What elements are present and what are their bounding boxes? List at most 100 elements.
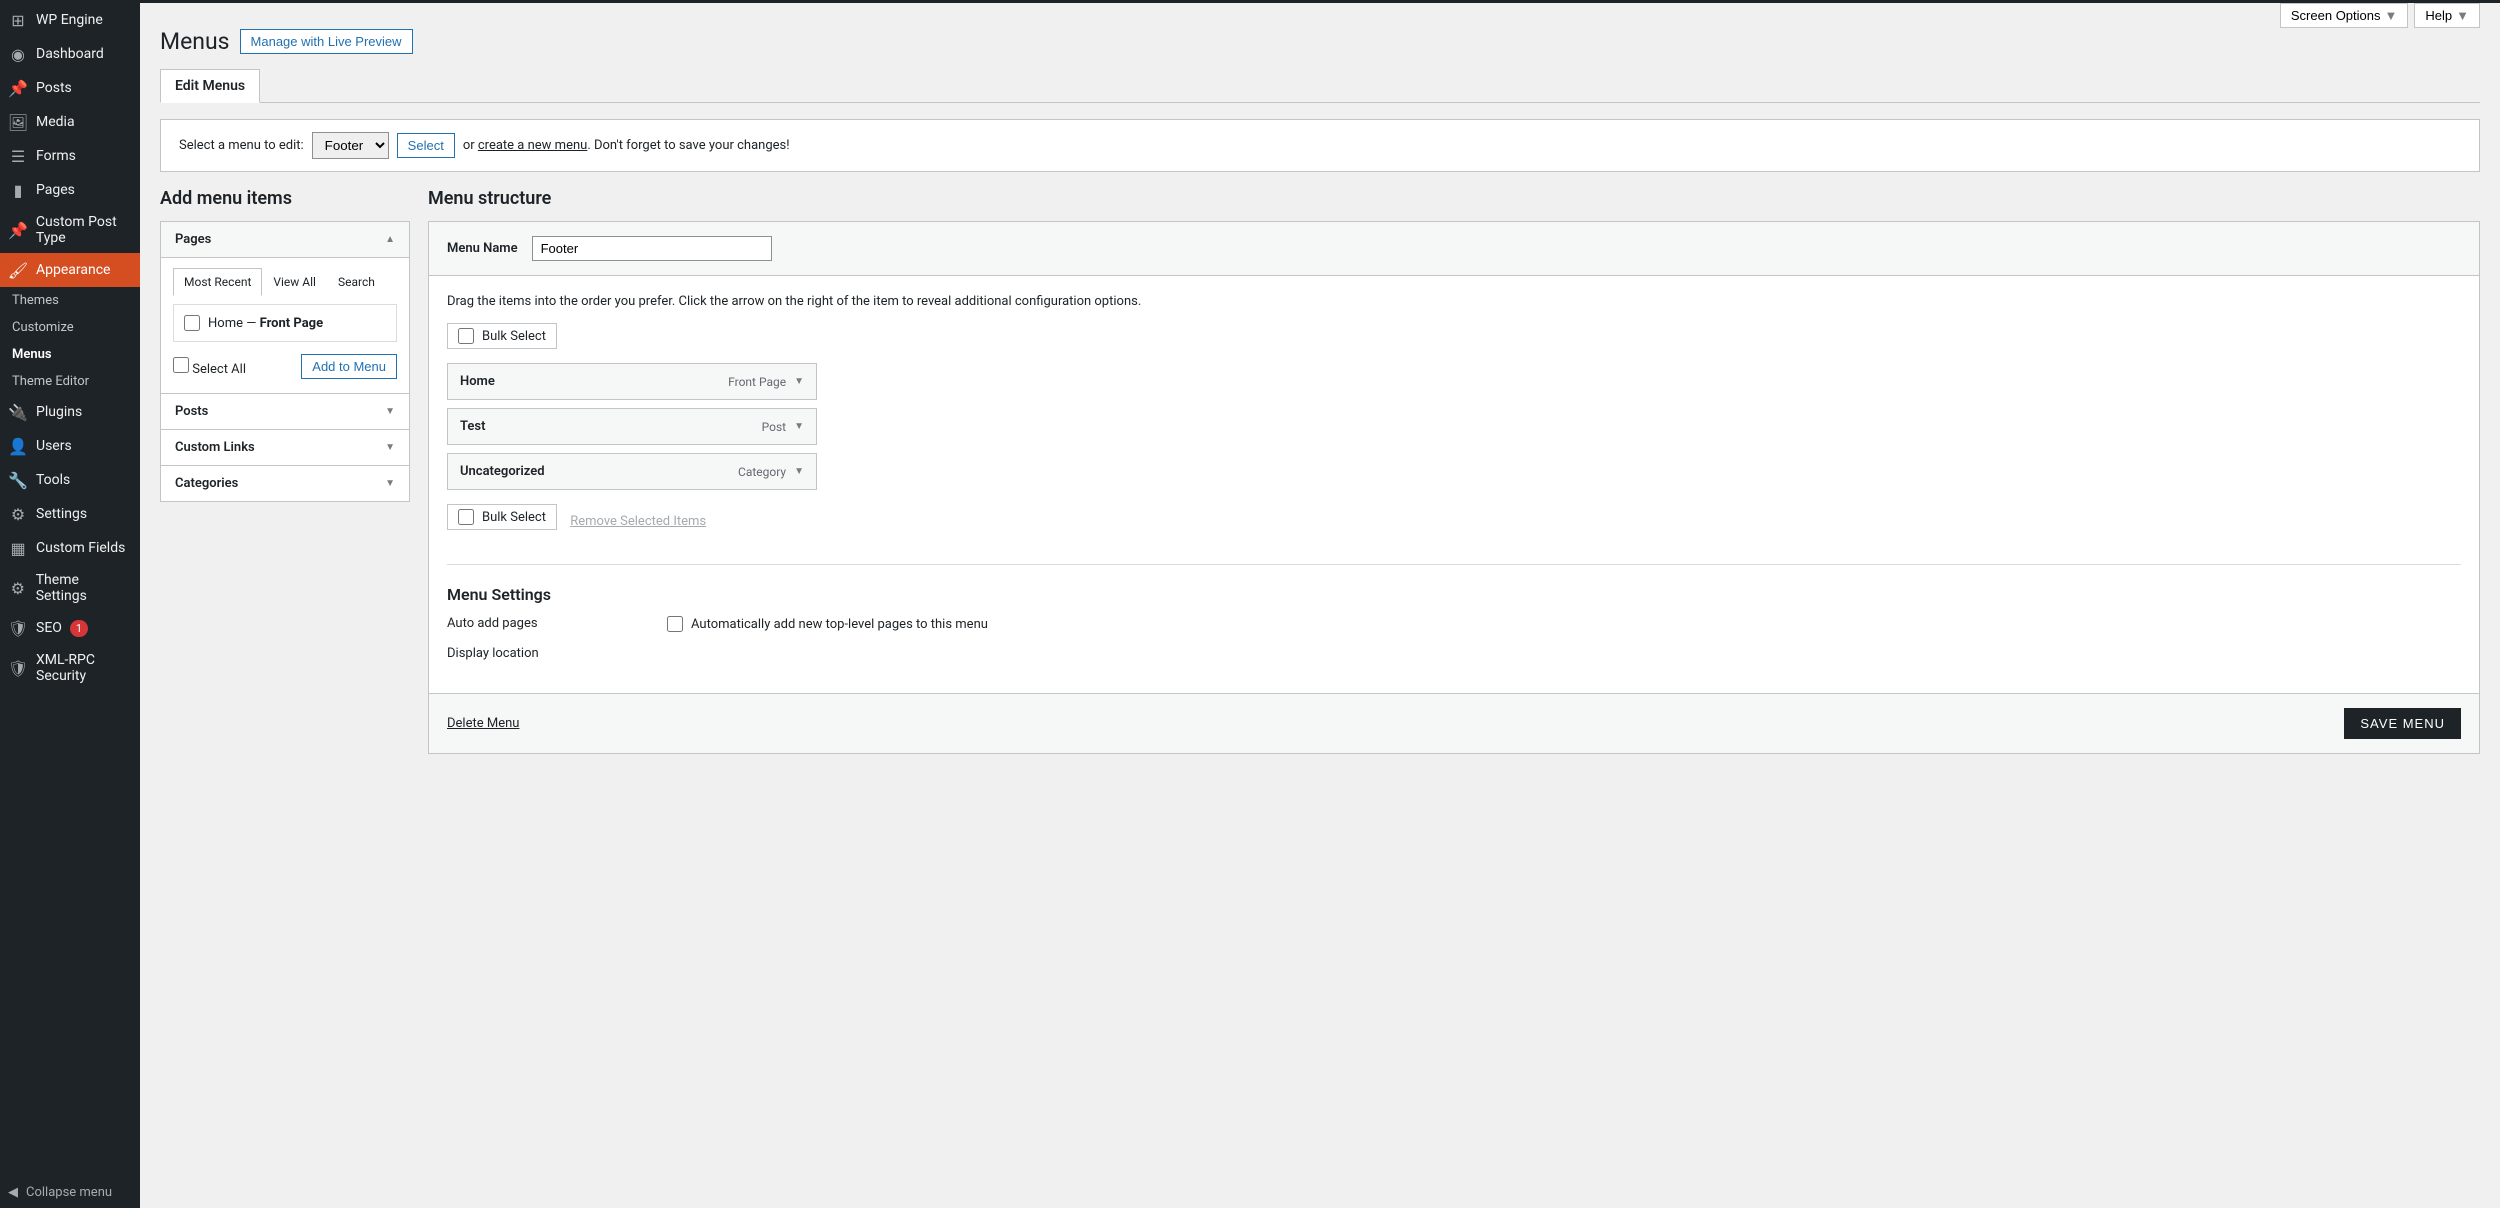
caret-down-icon: ▼ <box>794 466 804 477</box>
select-all-checkbox[interactable] <box>173 357 189 373</box>
select-all-label[interactable]: Select All <box>173 357 246 377</box>
menu-name-label: Menu Name <box>447 241 518 256</box>
sidebar-item-plugins[interactable]: 🔌 Plugins <box>0 395 140 429</box>
bulk-select-bottom[interactable]: Bulk Select <box>447 504 557 530</box>
structure-title: Menu structure <box>428 188 2480 209</box>
form-icon: ☰ <box>8 146 28 166</box>
screen-options-button[interactable]: Screen Options▼ <box>2280 3 2408 28</box>
home-checkbox[interactable] <box>184 315 200 331</box>
sidebar-item-theme-settings[interactable]: ⚙ Theme Settings <box>0 565 140 611</box>
tabs: Edit Menus <box>160 69 2480 103</box>
sidebar-label: XML-RPC Security <box>36 652 132 684</box>
sidebar-label: Plugins <box>36 404 82 420</box>
accordion-pages-header[interactable]: Pages ▲ <box>161 222 409 258</box>
collapse-icon: ◀ <box>8 1185 18 1200</box>
structure-hint: Drag the items into the order you prefer… <box>447 294 2461 309</box>
admin-sidebar: ⊞ WP Engine ◉ Dashboard 📌 Posts 🖼 Media … <box>0 0 140 1208</box>
caret-down-icon: ▼ <box>2385 8 2398 23</box>
sidebar-item-media[interactable]: 🖼 Media <box>0 105 140 139</box>
tab-most-recent[interactable]: Most Recent <box>173 268 262 296</box>
bulk-select-checkbox[interactable] <box>458 509 474 525</box>
sidebar-item-dashboard[interactable]: ◉ Dashboard <box>0 37 140 71</box>
menu-settings-title: Menu Settings <box>447 585 2461 604</box>
accordion-custom-links-header[interactable]: Custom Links ▼ <box>161 430 409 466</box>
sidebar-item-settings[interactable]: ⚙ Settings <box>0 497 140 531</box>
sidebar-item-wpengine[interactable]: ⊞ WP Engine <box>0 3 140 37</box>
sidebar-item-custom-fields[interactable]: ▦ Custom Fields <box>0 531 140 565</box>
pin-icon: 📌 <box>8 220 28 240</box>
remove-selected-link[interactable]: Remove Selected Items <box>570 514 706 529</box>
caret-up-icon: ▲ <box>385 234 395 245</box>
sidebar-item-tools[interactable]: 🔧 Tools <box>0 463 140 497</box>
sidebar-item-appearance[interactable]: 🖌 Appearance <box>0 253 140 287</box>
menu-select[interactable]: Footer <box>312 132 389 159</box>
page-checkbox-home[interactable]: Home — Front Page <box>184 315 386 331</box>
sidebar-item-forms[interactable]: ☰ Forms <box>0 139 140 173</box>
sidebar-item-xmlrpc[interactable]: 🛡 XML-RPC Security <box>0 645 140 691</box>
menu-name-input[interactable] <box>532 236 772 261</box>
sidebar-item-cpt[interactable]: 📌 Custom Post Type <box>0 207 140 253</box>
sidebar-item-users[interactable]: 👤 Users <box>0 429 140 463</box>
media-icon: 🖼 <box>8 112 28 132</box>
gauge-icon: ◉ <box>8 44 28 64</box>
sidebar-label: Media <box>36 114 75 130</box>
help-button[interactable]: Help▼ <box>2414 3 2480 28</box>
sidebar-sub-themes[interactable]: Themes <box>0 287 140 314</box>
accordion-categories-header[interactable]: Categories ▼ <box>161 466 409 501</box>
add-to-menu-button[interactable]: Add to Menu <box>301 354 397 379</box>
auto-add-checkbox-label[interactable]: Automatically add new top-level pages to… <box>667 616 988 632</box>
sidebar-label: Theme Settings <box>36 572 132 604</box>
tab-search[interactable]: Search <box>327 268 386 296</box>
sidebar-label: Users <box>36 438 72 454</box>
fields-icon: ▦ <box>8 538 28 558</box>
collapse-menu-button[interactable]: ◀ Collapse menu <box>0 1177 140 1208</box>
sidebar-label: Tools <box>36 472 70 488</box>
main-content: Screen Options▼ Help▼ Menus Manage with … <box>140 0 2500 1208</box>
menu-item[interactable]: Home Front Page▼ <box>447 363 817 400</box>
sidebar-sub-customize[interactable]: Customize <box>0 314 140 341</box>
shield-icon: 🛡 <box>8 618 28 638</box>
plug-icon: 🔌 <box>8 402 28 422</box>
accordion-posts-header[interactable]: Posts ▼ <box>161 394 409 430</box>
sidebar-label: SEO <box>36 620 62 636</box>
page-title: Menus <box>160 28 230 55</box>
caret-down-icon: ▼ <box>385 442 395 453</box>
user-icon: 👤 <box>8 436 28 456</box>
sidebar-label: Custom Post Type <box>36 214 132 246</box>
delete-menu-link[interactable]: Delete Menu <box>447 716 519 731</box>
menu-item[interactable]: Test Post▼ <box>447 408 817 445</box>
shield-icon: 🛡 <box>8 658 28 678</box>
sidebar-sub-menus[interactable]: Menus <box>0 341 140 368</box>
sidebar-item-pages[interactable]: ▮ Pages <box>0 173 140 207</box>
caret-down-icon: ▼ <box>794 376 804 387</box>
display-location-label: Display location <box>447 646 647 661</box>
sidebar-label: Dashboard <box>36 46 104 62</box>
tab-view-all[interactable]: View All <box>262 268 327 296</box>
tab-edit-menus[interactable]: Edit Menus <box>160 69 260 103</box>
sidebar-item-posts[interactable]: 📌 Posts <box>0 71 140 105</box>
select-label: Select a menu to edit: <box>179 138 304 153</box>
caret-down-icon: ▼ <box>794 421 804 432</box>
auto-add-label: Auto add pages <box>447 616 647 632</box>
live-preview-button[interactable]: Manage with Live Preview <box>240 29 413 54</box>
caret-down-icon: ▼ <box>2456 8 2469 23</box>
structure-box: Menu Name Drag the items into the order … <box>428 221 2480 754</box>
select-button[interactable]: Select <box>397 133 455 158</box>
pages-icon: ▮ <box>8 180 28 200</box>
bulk-select-checkbox[interactable] <box>458 328 474 344</box>
sidebar-label: Pages <box>36 182 75 198</box>
pin-icon: 📌 <box>8 78 28 98</box>
sidebar-item-seo[interactable]: 🛡 SEO 1 <box>0 611 140 645</box>
sidebar-sub-theme-editor[interactable]: Theme Editor <box>0 368 140 395</box>
menu-item[interactable]: Uncategorized Category▼ <box>447 453 817 490</box>
bulk-select-top[interactable]: Bulk Select <box>447 323 557 349</box>
sidebar-label: Forms <box>36 148 76 164</box>
wrench-icon: 🔧 <box>8 470 28 490</box>
sidebar-label: Posts <box>36 80 72 96</box>
auto-add-checkbox[interactable] <box>667 616 683 632</box>
caret-down-icon: ▼ <box>385 406 395 417</box>
menu-selector-bar: Select a menu to edit: Footer Select or … <box>160 119 2480 172</box>
grid-icon: ⊞ <box>8 10 28 30</box>
save-menu-button[interactable]: SAVE MENU <box>2344 708 2461 739</box>
create-menu-link[interactable]: create a new menu <box>478 138 587 153</box>
